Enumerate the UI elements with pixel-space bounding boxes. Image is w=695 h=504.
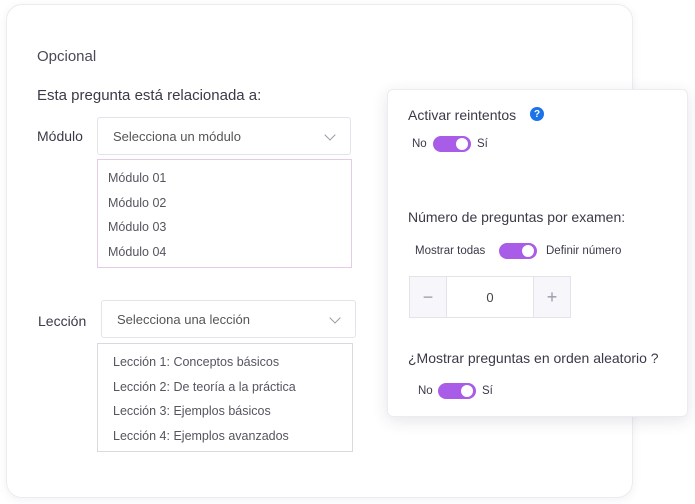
decrement-button[interactable]: −	[410, 277, 446, 317]
lesson-option[interactable]: Lección 3: Ejemplos básicos	[98, 399, 352, 424]
show-all-label: Mostrar todas	[415, 245, 486, 257]
chevron-down-icon	[329, 312, 341, 324]
module-select-placeholder: Selecciona un módulo	[113, 128, 241, 144]
module-option[interactable]: Módulo 01	[98, 166, 351, 191]
lesson-option[interactable]: Lección 1: Conceptos básicos	[98, 350, 352, 375]
module-label: Módulo	[37, 128, 83, 144]
lesson-select-placeholder: Selecciona una lección	[117, 311, 250, 327]
retries-title: Activar reintentos	[408, 107, 517, 123]
lesson-options-list: Lección 1: Conceptos básicos Lección 2: …	[97, 343, 353, 452]
help-icon[interactable]: ?	[530, 107, 544, 121]
questions-count-input[interactable]: 0	[446, 277, 534, 317]
lesson-option[interactable]: Lección 4: Ejemplos avanzados	[98, 424, 352, 449]
increment-button[interactable]: +	[534, 277, 570, 317]
questions-stepper: − 0 +	[409, 276, 571, 318]
random-order-title: ¿Mostrar preguntas en orden aleatorio ?	[408, 350, 659, 366]
module-option[interactable]: Módulo 04	[98, 240, 351, 265]
toggle-knob	[456, 138, 468, 150]
chevron-down-icon	[324, 129, 336, 141]
lesson-option[interactable]: Lección 2: De teoría a la práctica	[98, 375, 352, 400]
module-options-list: Módulo 01 Módulo 02 Módulo 03 Módulo 04	[97, 159, 352, 268]
retries-on-label: Sí	[477, 138, 488, 150]
toggle-knob	[522, 245, 534, 257]
module-option[interactable]: Módulo 02	[98, 191, 351, 216]
questions-count-title: Número de preguntas por examen:	[408, 209, 626, 225]
random-on-label: Sí	[482, 385, 493, 397]
toggle-knob	[461, 385, 473, 397]
question-heading: Esta pregunta está relacionada a:	[37, 87, 262, 104]
retries-toggle[interactable]	[433, 136, 471, 152]
section-title: Opcional	[37, 48, 97, 65]
module-select[interactable]: Selecciona un módulo	[97, 117, 351, 155]
retries-off-label: No	[412, 138, 427, 150]
define-number-label: Definir número	[546, 245, 622, 257]
questions-count-toggle[interactable]	[499, 243, 537, 259]
random-order-toggle[interactable]	[438, 383, 476, 399]
random-off-label: No	[418, 385, 433, 397]
lesson-select[interactable]: Selecciona una lección	[101, 300, 356, 338]
module-option[interactable]: Módulo 03	[98, 215, 351, 240]
lesson-label: Lección	[38, 313, 87, 329]
